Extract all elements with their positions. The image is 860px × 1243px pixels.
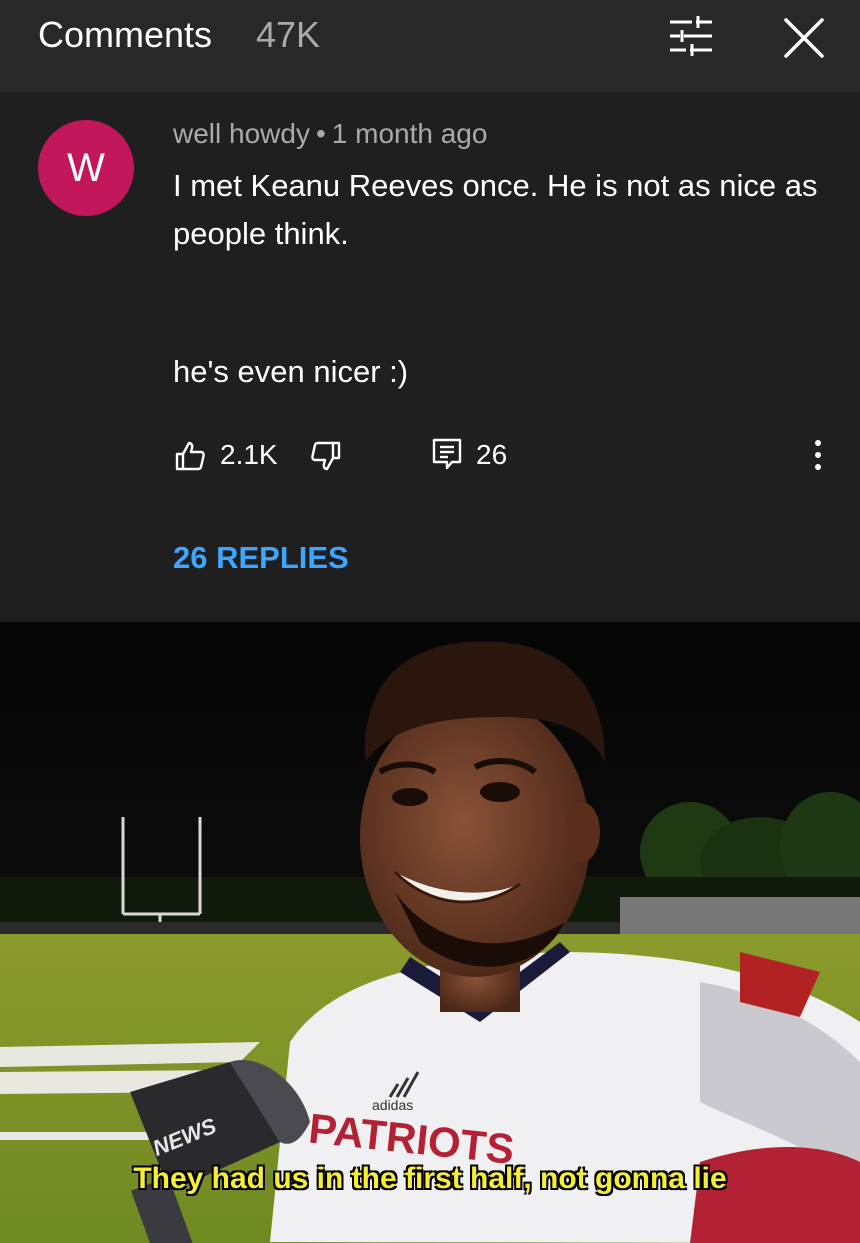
meme-scene: adidas PATRIOTS NEWS (0, 622, 860, 1243)
thumbs-up-icon[interactable] (174, 440, 206, 472)
reply-comment-icon[interactable] (432, 438, 462, 470)
comment-meta: well howdy • 1 month ago (173, 118, 487, 150)
reply-count: 26 (476, 439, 508, 470)
avatar[interactable]: W (38, 120, 134, 216)
view-replies-button[interactable]: 26 REPLIES (173, 540, 349, 576)
comments-title: Comments (38, 14, 213, 55)
avatar-letter: W (67, 145, 105, 190)
meta-separator: • (315, 118, 326, 149)
comment-thread: W well howdy • 1 month ago I met Keanu Ree… (0, 92, 860, 622)
comment-time: 1 month ago (331, 118, 488, 149)
comment-text-line2: he's even nicer :) (173, 354, 409, 389)
more-options-icon[interactable] (810, 437, 826, 473)
thumbs-down-icon[interactable] (310, 440, 342, 472)
meme-caption: They had us in the first half, not gonna… (133, 1162, 727, 1195)
comment-text-line1: I met Keanu Reeves once. He is not as ni… (173, 168, 818, 251)
comments-count: 47K (256, 14, 321, 55)
close-icon[interactable] (780, 14, 828, 62)
meme-image: adidas PATRIOTS NEWS They had us in the … (0, 622, 860, 1243)
like-count: 2.1K (220, 439, 278, 470)
comments-header: Comments 47K (0, 0, 860, 92)
filter-sliders-icon[interactable] (668, 16, 714, 56)
comment-author[interactable]: well howdy (173, 118, 310, 149)
